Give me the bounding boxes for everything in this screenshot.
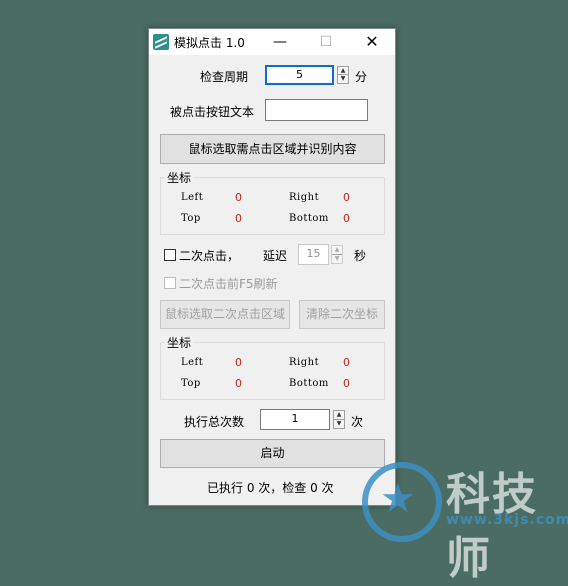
left-value: 0 — [235, 191, 242, 204]
start-button[interactable]: 启动 — [160, 439, 385, 468]
watermark-star-icon: ★ — [380, 476, 416, 522]
spin-up-icon[interactable]: ▲ — [332, 246, 342, 255]
status-text: 已执行 0 次，检查 0 次 — [207, 481, 334, 495]
period-label: 检查周期 — [200, 70, 249, 84]
select-second-area-button[interactable]: 鼠标选取二次点击区域 — [160, 300, 290, 329]
coords-group-2 — [160, 342, 385, 400]
delay-unit: 秒 — [354, 249, 367, 263]
right-value: 0 — [343, 191, 350, 204]
coords-group-1 — [160, 177, 385, 235]
top-label: Top — [181, 213, 201, 224]
button-text-label: 被点击按钮文本 — [170, 105, 255, 119]
right-label-2: Right — [289, 357, 320, 368]
total-label: 执行总次数 — [184, 415, 245, 429]
delay-spinner[interactable]: ▲ ▼ — [331, 245, 343, 264]
total-spinner[interactable]: ▲ ▼ — [333, 410, 345, 429]
coords-group-1-title: 坐标 — [165, 169, 194, 186]
left-label-2: Left — [181, 357, 204, 368]
delay-input[interactable]: 15 — [298, 244, 329, 265]
maximize-button[interactable]: ☐ — [303, 29, 349, 55]
title-bar[interactable]: 模拟点击 1.0 — ☐ ✕ — [149, 29, 395, 55]
minimize-button[interactable]: — — [257, 29, 303, 55]
close-button[interactable]: ✕ — [349, 29, 395, 55]
watermark-url: www.3kjs.com — [446, 512, 568, 528]
bottom-value: 0 — [343, 212, 350, 225]
button-text-input[interactable] — [265, 99, 368, 121]
period-unit: 分 — [355, 70, 368, 84]
total-unit: 次 — [351, 415, 364, 429]
left-label: Left — [181, 192, 204, 203]
period-spinner[interactable]: ▲ ▼ — [337, 66, 349, 84]
app-icon — [153, 34, 169, 50]
clear-second-coords-button[interactable]: 清除二次坐标 — [299, 300, 385, 329]
f5-refresh-label: 二次点击前F5刷新 — [179, 277, 278, 291]
period-input[interactable]: 5 — [265, 65, 334, 85]
bottom-label-2: Bottom — [289, 378, 329, 389]
main-window: 模拟点击 1.0 — ☐ ✕ 检查周期 5 ▲ ▼ 分 被点击按钮文本 鼠标选取需… — [148, 28, 396, 506]
top-value: 0 — [235, 212, 242, 225]
delay-label: 延迟 — [263, 249, 288, 263]
second-click-label: 二次点击， — [179, 249, 240, 263]
right-label: Right — [289, 192, 320, 203]
window-title: 模拟点击 1.0 — [174, 36, 245, 50]
spin-down-icon[interactable]: ▼ — [338, 75, 348, 83]
top-label-2: Top — [181, 378, 201, 389]
spin-up-icon[interactable]: ▲ — [338, 67, 348, 75]
left-value-2: 0 — [235, 356, 242, 369]
select-area-button[interactable]: 鼠标选取需点击区域并识别内容 — [160, 134, 385, 164]
spin-up-icon[interactable]: ▲ — [334, 411, 344, 420]
coords-group-2-title: 坐标 — [165, 334, 194, 351]
bottom-value-2: 0 — [343, 377, 350, 390]
second-click-checkbox[interactable] — [164, 249, 176, 261]
f5-refresh-checkbox[interactable] — [164, 277, 176, 289]
spin-down-icon[interactable]: ▼ — [334, 420, 344, 429]
total-input[interactable]: 1 — [260, 409, 330, 430]
right-value-2: 0 — [343, 356, 350, 369]
top-value-2: 0 — [235, 377, 242, 390]
bottom-label: Bottom — [289, 213, 329, 224]
spin-down-icon[interactable]: ▼ — [332, 255, 342, 264]
